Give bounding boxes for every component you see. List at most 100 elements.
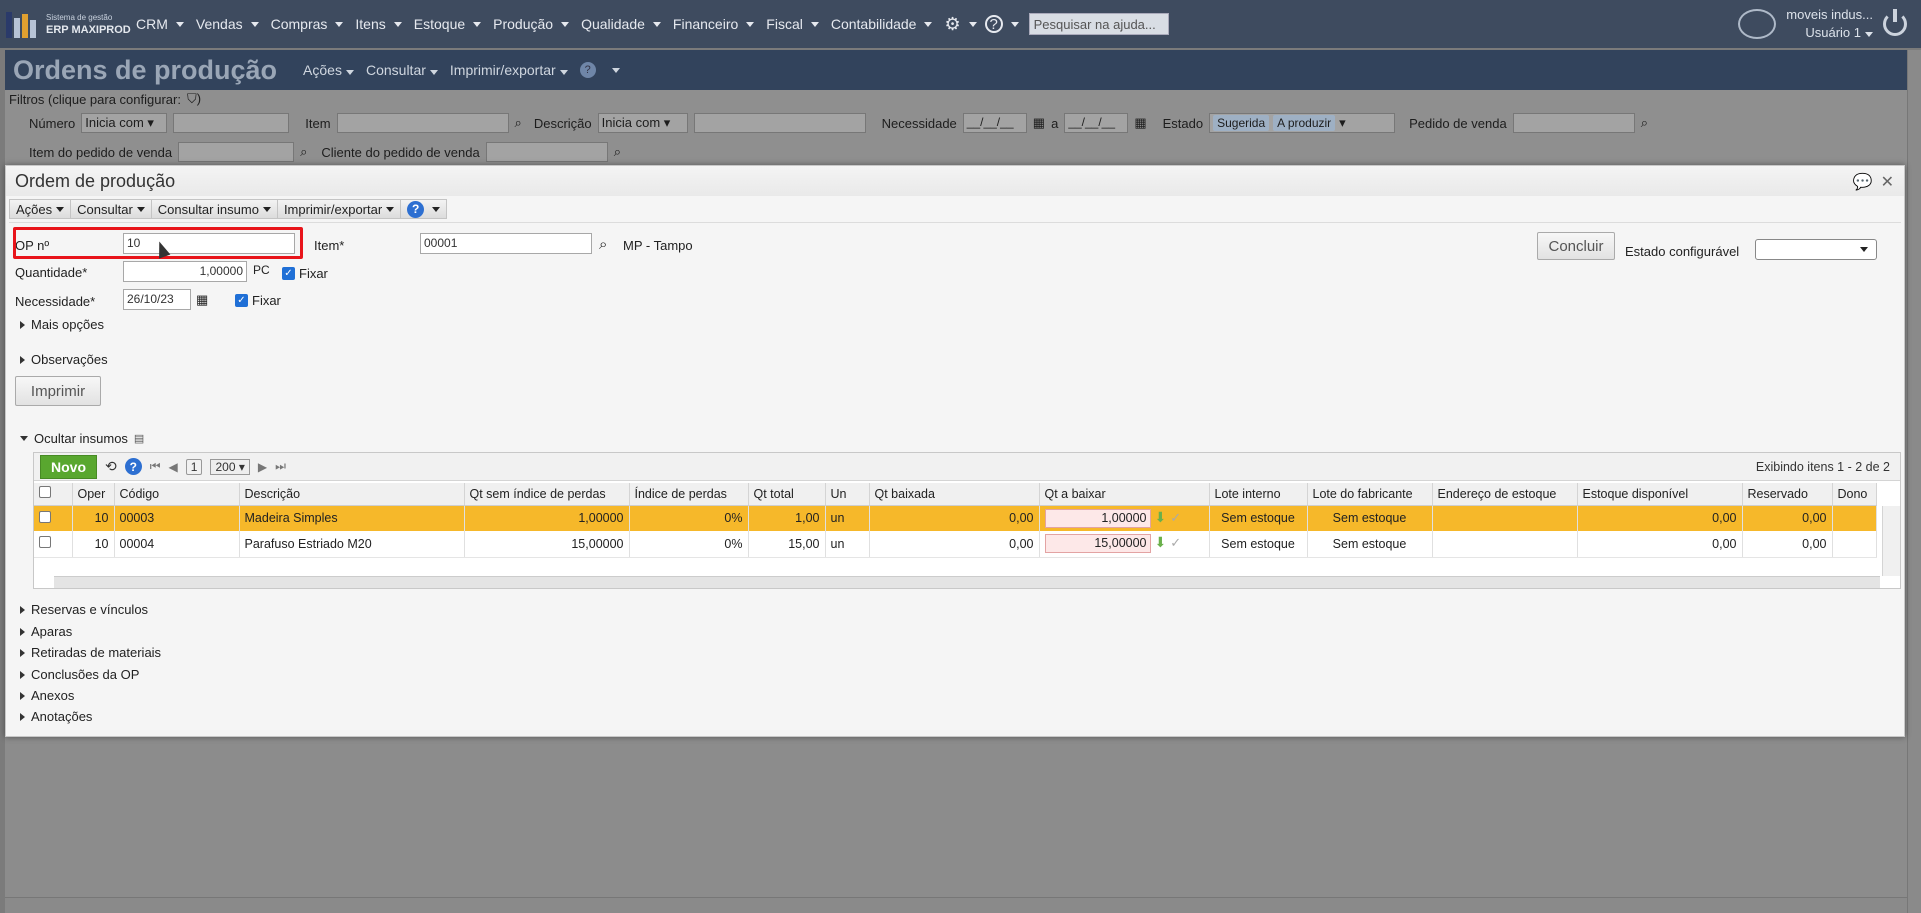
- help-icon[interactable]: ?: [124, 458, 142, 475]
- user-menu[interactable]: Usuário 1: [1786, 24, 1873, 42]
- search-icon[interactable]: ⌕: [515, 115, 522, 131]
- filter-descricao-input[interactable]: [693, 113, 866, 133]
- col-endereco[interactable]: Endereço de estoque: [1432, 483, 1578, 506]
- quantity-input[interactable]: 1,00000: [123, 261, 247, 282]
- power-icon[interactable]: [1883, 9, 1907, 36]
- page-horizontal-scrollbar[interactable]: [5, 897, 1907, 913]
- chevron-down-icon[interactable]: [968, 21, 977, 27]
- menu-vendas[interactable]: Vendas: [196, 16, 259, 32]
- page-number[interactable]: 1: [185, 458, 203, 475]
- tag-sugerida[interactable]: Sugerida: [1213, 115, 1270, 131]
- new-button[interactable]: Novo: [40, 454, 97, 479]
- col-qt-total[interactable]: Qt total: [748, 483, 826, 506]
- tag-a-produzir[interactable]: A produzir: [1273, 115, 1336, 131]
- chat-icon[interactable]: [1738, 9, 1777, 39]
- toolbar-help[interactable]: ?: [401, 200, 446, 218]
- close-icon[interactable]: ✕: [1881, 172, 1894, 192]
- grid-horizontal-scrollbar[interactable]: [54, 576, 1880, 588]
- col-qt-a-baixar[interactable]: Qt a baixar: [1039, 483, 1210, 506]
- help-icon[interactable]: ?: [579, 62, 596, 78]
- search-icon[interactable]: ⌕: [1641, 115, 1648, 131]
- table-row[interactable]: 10 00004 Parafuso Estriado M20 15,00000 …: [34, 531, 1877, 558]
- chevron-down-icon[interactable]: [1010, 21, 1019, 27]
- calendar-icon[interactable]: ▦: [196, 292, 208, 308]
- qt-a-baixar-input[interactable]: 15,00000: [1044, 534, 1151, 554]
- filter-date-to[interactable]: __/__/__: [1064, 113, 1129, 133]
- filter-pedido-input[interactable]: [1512, 113, 1635, 133]
- col-qt-baixada[interactable]: Qt baixada: [869, 483, 1040, 506]
- list-icon[interactable]: ▤: [134, 432, 144, 445]
- menu-qualidade[interactable]: Qualidade: [581, 16, 661, 32]
- filter-cliente-pedido-input[interactable]: [485, 142, 608, 162]
- filter-numero-mode[interactable]: Inicia com ▾: [81, 113, 168, 133]
- check-icon[interactable]: ✓: [1170, 535, 1181, 551]
- section-anotacoes[interactable]: Anotações: [20, 709, 92, 724]
- col-codigo[interactable]: Código: [114, 483, 240, 506]
- col-descricao[interactable]: Descrição: [239, 483, 465, 506]
- gear-icon[interactable]: ⚙: [944, 14, 960, 35]
- menu-fiscal[interactable]: Fiscal: [766, 16, 819, 32]
- filter-descricao-mode[interactable]: Inicia com ▾: [597, 113, 688, 133]
- observations-toggle[interactable]: Observações: [20, 352, 108, 367]
- page-vertical-scrollbar[interactable]: [1907, 50, 1921, 913]
- page-size-select[interactable]: 200 ▾: [210, 458, 250, 475]
- col-un[interactable]: Un: [825, 483, 870, 506]
- download-arrow-icon[interactable]: ⬇: [1155, 509, 1167, 526]
- filters-legend[interactable]: Filtros (clique para configurar:: [9, 92, 181, 107]
- check-icon[interactable]: ✓: [1170, 510, 1181, 526]
- toolbar-imprimir[interactable]: Imprimir/exportar: [278, 200, 402, 218]
- need-date-fix-checkbox[interactable]: ✓ Fixar: [235, 293, 281, 308]
- more-options-toggle[interactable]: Mais opções: [20, 317, 104, 332]
- first-page-icon[interactable]: ⏮: [150, 459, 161, 474]
- quantity-fix-checkbox[interactable]: ✓ Fixar: [282, 266, 328, 281]
- toolbar-consultar-insumo[interactable]: Consultar insumo: [152, 200, 278, 218]
- bg-menu-imprimir[interactable]: Imprimir/exportar: [450, 62, 568, 78]
- comment-icon[interactable]: 💬: [1853, 172, 1873, 192]
- section-conclusoes[interactable]: Conclusões da OP: [20, 667, 139, 682]
- menu-producao[interactable]: Produção: [493, 16, 570, 32]
- row-checkbox[interactable]: [34, 505, 73, 531]
- col-qt-sem-indice[interactable]: Qt sem índice de perdas: [464, 483, 630, 506]
- calendar-icon[interactable]: ▦: [1134, 115, 1146, 131]
- menu-itens[interactable]: Itens: [355, 16, 402, 32]
- bg-menu-acoes[interactable]: Ações: [303, 62, 354, 78]
- calendar-icon[interactable]: ▦: [1033, 115, 1045, 131]
- section-anexos[interactable]: Anexos: [20, 688, 74, 703]
- download-arrow-icon[interactable]: ⬇: [1155, 534, 1167, 551]
- menu-estoque[interactable]: Estoque: [414, 16, 482, 32]
- section-reservas[interactable]: Reservas e vínculos: [20, 602, 148, 617]
- bg-menu-consultar[interactable]: Consultar: [366, 62, 438, 78]
- qt-a-baixar-input[interactable]: 1,00000: [1044, 508, 1151, 528]
- menu-financeiro[interactable]: Financeiro: [673, 16, 755, 32]
- grid-vertical-scrollbar[interactable]: [1882, 506, 1900, 576]
- chevron-down-icon[interactable]: [611, 67, 620, 73]
- erp-logo[interactable]: Sistema de gestão ERP MAXIPROD: [6, 10, 136, 38]
- section-retiradas[interactable]: Retiradas de materiais: [20, 645, 161, 660]
- menu-crm[interactable]: CRM: [136, 16, 184, 32]
- filter-item-input[interactable]: [336, 113, 509, 133]
- last-page-icon[interactable]: ⏭: [275, 459, 286, 474]
- col-dono[interactable]: Dono: [1832, 483, 1877, 506]
- hide-inputs-toggle[interactable]: Ocultar insumos ▤: [20, 431, 144, 446]
- item-input[interactable]: 00001: [420, 233, 592, 254]
- search-icon[interactable]: ⌕: [614, 144, 621, 160]
- help-icon[interactable]: ?: [984, 15, 1003, 33]
- col-lote-interno[interactable]: Lote interno: [1209, 483, 1308, 506]
- col-indice-perdas[interactable]: Índice de perdas: [629, 483, 749, 506]
- filter-estado-select[interactable]: Sugerida A produzir ▾: [1209, 113, 1396, 133]
- prev-page-icon[interactable]: ◀: [169, 460, 178, 474]
- section-aparas[interactable]: Aparas: [20, 624, 72, 639]
- filter-icon[interactable]: ⛉): [187, 91, 201, 107]
- row-checkbox[interactable]: [34, 531, 73, 558]
- filter-numero-input[interactable]: [173, 113, 290, 133]
- configurable-state-select[interactable]: [1755, 239, 1877, 260]
- menu-contabilidade[interactable]: Contabilidade: [831, 16, 933, 32]
- need-date-input[interactable]: 26/10/23: [123, 289, 191, 310]
- select-all-checkbox[interactable]: [34, 483, 73, 506]
- col-reservado[interactable]: Reservado: [1742, 483, 1833, 506]
- col-lote-fabricante[interactable]: Lote do fabricante: [1307, 483, 1433, 506]
- help-search-input[interactable]: Pesquisar na ajuda...: [1028, 13, 1169, 35]
- menu-compras[interactable]: Compras: [271, 16, 344, 32]
- conclude-button[interactable]: Concluir: [1537, 232, 1615, 260]
- filter-date-from[interactable]: __/__/__: [962, 113, 1027, 133]
